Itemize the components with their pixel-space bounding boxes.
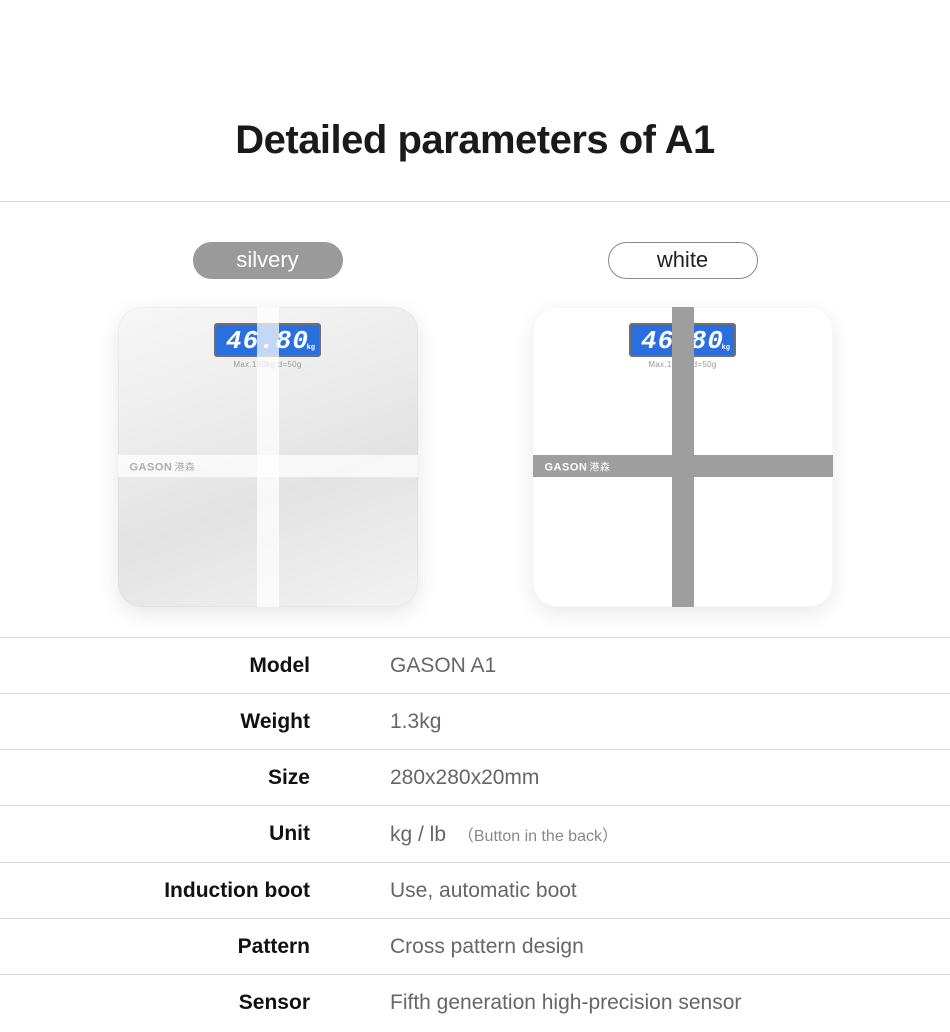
table-row: Induction bootUse, automatic boot xyxy=(0,862,950,918)
spec-key: Unit xyxy=(0,805,390,862)
variant-white: white 46.80 Max.180kg d=50g GASON港森 xyxy=(505,242,860,607)
spec-value: 1.3kg xyxy=(390,693,950,749)
table-row: Weight1.3kg xyxy=(0,693,950,749)
table-row: PatternCross pattern design xyxy=(0,918,950,974)
spec-table: ModelGASON A1Weight1.3kgSize280x280x20mm… xyxy=(0,637,950,1030)
variant-silvery: silvery 46.80 Max.180kg d=50g GASON港森 xyxy=(90,242,445,607)
spec-key: Induction boot xyxy=(0,862,390,918)
spec-value: Cross pattern design xyxy=(390,918,950,974)
page-title: Detailed parameters of A1 xyxy=(0,0,950,201)
spec-key: Size xyxy=(0,749,390,805)
brand-label: GASON港森 xyxy=(130,458,196,473)
variant-label-silvery: silvery xyxy=(193,242,343,279)
table-row: Unitkg / lb （Button in the back） xyxy=(0,805,950,862)
spec-value: 280x280x20mm xyxy=(390,749,950,805)
cross-horizontal: GASON港森 xyxy=(533,455,833,477)
variant-label-white: white xyxy=(608,242,758,279)
table-row: SensorFifth generation high-precision se… xyxy=(0,974,950,1030)
spec-value: Fifth generation high-precision sensor xyxy=(390,974,950,1030)
spec-note: （Button in the back） xyxy=(458,828,618,845)
product-image-silvery: 46.80 Max.180kg d=50g GASON港森 xyxy=(118,307,418,607)
table-row: ModelGASON A1 xyxy=(0,637,950,693)
product-image-white: 46.80 Max.180kg d=50g GASON港森 xyxy=(533,307,833,607)
spec-key: Weight xyxy=(0,693,390,749)
variant-row: silvery 46.80 Max.180kg d=50g GASON港森 wh… xyxy=(0,202,950,637)
spec-value: kg / lb （Button in the back） xyxy=(390,805,950,862)
table-row: Size280x280x20mm xyxy=(0,749,950,805)
spec-key: Sensor xyxy=(0,974,390,1030)
spec-value: Use, automatic boot xyxy=(390,862,950,918)
cross-horizontal: GASON港森 xyxy=(118,455,418,477)
spec-value: GASON A1 xyxy=(390,637,950,693)
spec-key: Model xyxy=(0,637,390,693)
brand-label: GASON港森 xyxy=(545,458,611,473)
spec-key: Pattern xyxy=(0,918,390,974)
